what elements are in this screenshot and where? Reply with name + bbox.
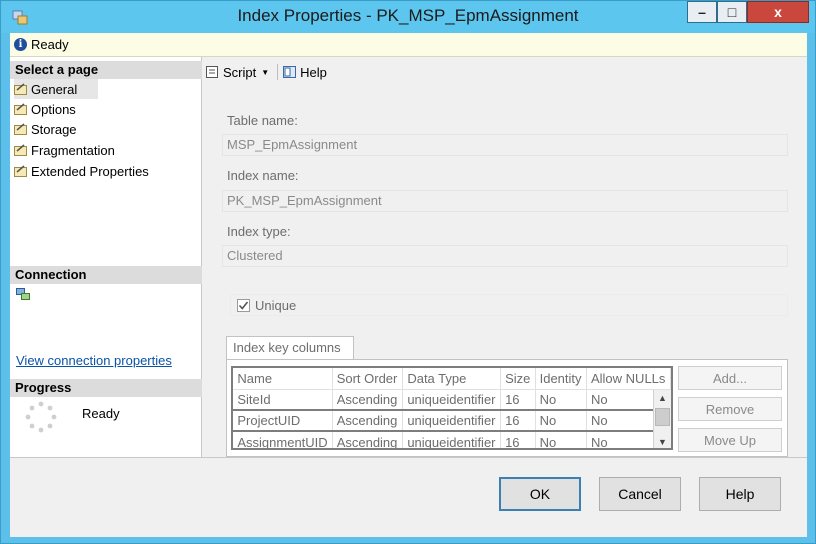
table-cell: No	[535, 409, 587, 431]
progress-header: Progress	[10, 379, 202, 397]
page-item-extended-properties[interactable]: Extended Properties	[14, 161, 149, 181]
ok-button[interactable]: OK	[499, 477, 581, 511]
table-cell: 16	[500, 389, 536, 410]
table-cell: ProjectUID	[233, 409, 333, 431]
cancel-button[interactable]: Cancel	[599, 477, 681, 511]
toolbar: Script ▼ Help	[203, 57, 807, 87]
index-properties-window: Index Properties - PK_MSP_EpmAssignment …	[0, 0, 816, 544]
table-row[interactable]: SiteId Ascending uniqueidentifier 16 No …	[233, 389, 671, 410]
page-icon	[14, 103, 27, 115]
column-header[interactable]: Data Type	[402, 368, 502, 390]
table-cell: uniqueidentifier	[402, 389, 502, 410]
connection-header: Connection	[10, 266, 202, 284]
table-cell: Ascending	[332, 430, 404, 448]
title-bar[interactable]: Index Properties - PK_MSP_EpmAssignment …	[1, 1, 815, 33]
scroll-down-icon[interactable]: ▼	[654, 434, 671, 448]
progress-spinner-icon	[25, 401, 57, 433]
help-button[interactable]: Help	[699, 477, 781, 511]
index-key-columns-panel: Name Sort Order Data Type Size Identity …	[226, 359, 788, 457]
page-icon	[14, 144, 27, 156]
close-icon: x	[774, 4, 782, 20]
left-pane: Select a page General Options Storage Fr…	[10, 57, 202, 457]
status-text: Ready	[31, 37, 69, 52]
scroll-up-icon[interactable]: ▲	[654, 390, 671, 406]
grid-header-row: Name Sort Order Data Type Size Identity …	[233, 368, 671, 390]
dialog-button-bar: OK Cancel Help	[10, 457, 807, 537]
table-cell: No	[535, 430, 587, 448]
maximize-icon: □	[727, 4, 737, 20]
add-button[interactable]: Add...	[678, 366, 782, 390]
page-item-fragmentation[interactable]: Fragmentation	[14, 140, 115, 160]
dialog-client-area: Select a page General Options Storage Fr…	[10, 57, 807, 537]
table-cell: uniqueidentifier	[402, 430, 502, 448]
help-icon	[283, 66, 297, 78]
page-icon	[14, 165, 27, 177]
select-page-header: Select a page	[10, 61, 202, 79]
table-cell: SiteId	[233, 389, 333, 410]
checkmark-icon	[238, 301, 249, 310]
page-item-options[interactable]: Options	[14, 99, 76, 119]
column-header[interactable]: Identity	[535, 368, 587, 390]
table-cell: 16	[500, 409, 536, 431]
column-header[interactable]: Name	[233, 368, 333, 390]
table-cell: 16	[500, 430, 536, 448]
general-page-form: Table name: MSP_EpmAssignment Index name…	[210, 87, 800, 457]
column-header[interactable]: Sort Order	[332, 368, 404, 390]
table-cell: Ascending	[332, 389, 404, 410]
minimize-button[interactable]: –	[687, 1, 717, 23]
server-connection-icon	[16, 288, 30, 300]
page-item-storage[interactable]: Storage	[14, 119, 77, 139]
unique-checkbox[interactable]	[237, 298, 250, 312]
help-toolbar-button[interactable]: Help	[282, 65, 327, 80]
table-row[interactable]: AssignmentUID Ascending uniqueidentifier…	[233, 430, 671, 448]
progress-status: Ready	[82, 406, 120, 421]
scroll-thumb[interactable]	[655, 408, 670, 426]
index-type-label: Index type:	[227, 224, 291, 239]
table-cell: Ascending	[332, 409, 404, 431]
script-button[interactable]: Script ▼	[205, 65, 269, 80]
index-key-columns-grid[interactable]: Name Sort Order Data Type Size Identity …	[231, 366, 673, 450]
page-icon	[14, 123, 27, 135]
script-icon	[206, 66, 218, 78]
page-item-general[interactable]: General	[14, 79, 98, 99]
table-row[interactable]: ProjectUID Ascending uniqueidentifier 16…	[233, 409, 671, 431]
table-cell: No	[535, 389, 587, 410]
move-up-button[interactable]: Move Up	[678, 428, 782, 452]
column-header[interactable]: Allow NULLs	[586, 368, 671, 390]
remove-button[interactable]: Remove	[678, 397, 782, 421]
info-icon: i	[14, 38, 27, 51]
maximize-button[interactable]: □	[717, 1, 747, 23]
grid-vertical-scrollbar[interactable]: ▲ ▼	[653, 390, 671, 448]
page-icon	[14, 83, 27, 95]
toolbar-separator	[277, 64, 279, 80]
unique-checkbox-row: Unique	[230, 294, 788, 316]
table-cell: uniqueidentifier	[402, 409, 502, 431]
index-name-label: Index name:	[227, 168, 299, 183]
minimize-icon: –	[698, 4, 706, 20]
column-header[interactable]: Size	[500, 368, 536, 390]
status-bar: i Ready	[10, 33, 807, 57]
table-cell: AssignmentUID	[233, 430, 333, 448]
table-name-label: Table name:	[227, 113, 298, 128]
tab-index-key-columns[interactable]: Index key columns	[226, 336, 354, 360]
index-name-field[interactable]: PK_MSP_EpmAssignment	[222, 190, 788, 212]
view-connection-properties-link[interactable]: View connection properties	[16, 353, 172, 368]
unique-label: Unique	[255, 297, 297, 313]
index-type-field[interactable]: Clustered	[222, 245, 788, 267]
chevron-down-icon[interactable]: ▼	[261, 68, 269, 77]
table-name-field[interactable]: MSP_EpmAssignment	[222, 134, 788, 156]
close-button[interactable]: x	[747, 1, 809, 23]
